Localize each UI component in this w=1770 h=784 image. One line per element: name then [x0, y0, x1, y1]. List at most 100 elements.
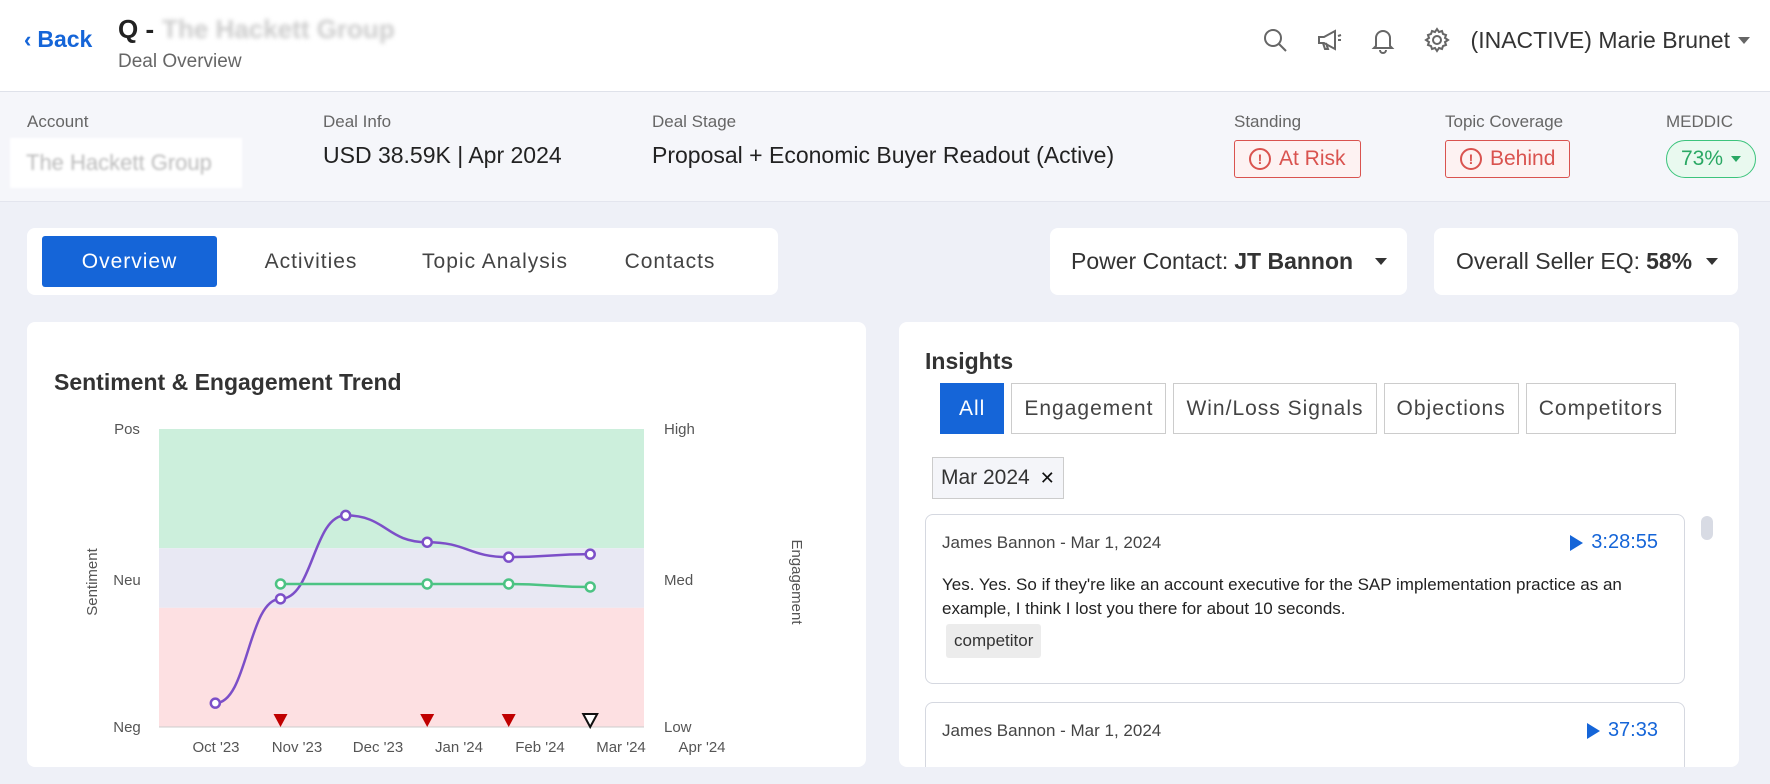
chevron-down-icon: [1738, 36, 1750, 44]
insight-timestamp[interactable]: 37:33: [1586, 719, 1658, 742]
close-icon[interactable]: ✕: [1040, 468, 1055, 489]
user-menu[interactable]: (INACTIVE) Marie Brunet: [1471, 27, 1750, 54]
data-point: [339, 509, 352, 522]
header-actions: (INACTIVE) Marie Brunet: [1255, 20, 1770, 60]
standing: Standing ! At Risk: [1234, 112, 1361, 178]
sentiment-engagement-chart: Pos Neu Neg High Med Low Sentiment Engagement Oc…: [84, 421, 805, 756]
seller-eq-value: 58%: [1646, 248, 1693, 274]
date-filter-label: Mar 2024: [941, 466, 1030, 489]
insight-meta: James Bannon - Mar 1, 2024: [942, 721, 1162, 740]
date-filter-chip: Mar 2024 ✕: [932, 457, 1064, 499]
data-point: [274, 578, 287, 590]
power-contact-dropdown[interactable]: Power Contact: JT Bannon: [1050, 228, 1407, 295]
chevron-left-icon: ‹: [24, 26, 32, 52]
y2-tick-label: Low: [664, 719, 692, 736]
data-point: [502, 551, 515, 563]
data-point: [502, 578, 515, 590]
x-tick-label: Apr '24: [678, 739, 725, 756]
deal-info-value: USD 38.59K | Apr 2024: [323, 142, 562, 168]
y-tick-label: Pos: [114, 421, 140, 438]
y-tick-label: Neg: [113, 719, 141, 736]
play-icon: [1570, 534, 1584, 551]
filter-engagement[interactable]: Engagement: [1011, 383, 1167, 434]
meddic-dropdown[interactable]: 73%: [1666, 140, 1757, 178]
page-title-block: Q - The Hackett Group Deal Overview: [118, 14, 395, 73]
y2-tick-label: High: [664, 421, 695, 438]
insight-text: Yes. Yes. So if they're like an account …: [942, 575, 1622, 618]
insight-filters: All Engagement Win/Loss Signals Objectio…: [940, 383, 1676, 434]
data-point: [274, 593, 287, 605]
chart-band: [159, 429, 644, 549]
x-tick-label: Mar '24: [596, 739, 646, 756]
filter-competitors[interactable]: Competitors: [1525, 383, 1676, 434]
y-axis-title: Sentiment: [84, 547, 101, 615]
seller-eq-label: Overall Seller EQ:: [1456, 248, 1641, 274]
chevron-down-icon: [1375, 258, 1387, 265]
data-point: [584, 581, 596, 593]
bell-icon[interactable]: [1363, 20, 1403, 60]
insight-tag: competitor: [946, 624, 1042, 658]
filter-all[interactable]: All: [940, 383, 1005, 434]
chart-band: [159, 548, 644, 608]
alert-icon: !: [1460, 148, 1482, 170]
x-tick-label: Oct '23: [192, 739, 239, 756]
y2-tick-label: Med: [664, 572, 693, 589]
tab-bar: Overview Activities Topic Analysis Conta…: [27, 228, 778, 295]
insights-title: Insights: [925, 348, 1014, 374]
top-bar: ‹ Back Q - The Hackett Group Deal Overvi…: [0, 0, 1770, 92]
x-tick-label: Dec '23: [353, 739, 403, 756]
x-tick-label: Feb '24: [515, 739, 565, 756]
insight-timestamp[interactable]: 3:28:55: [1570, 531, 1658, 554]
seller-eq-dropdown[interactable]: Overall Seller EQ: 58%: [1434, 228, 1738, 295]
back-button[interactable]: ‹ Back: [24, 26, 92, 53]
tab-topic-analysis[interactable]: Topic Analysis: [405, 236, 585, 287]
data-point: [584, 548, 596, 560]
deal-stage: Deal Stage Proposal + Economic Buyer Rea…: [652, 112, 1114, 169]
deal-info-bar: Account The Hackett Group Deal Info USD …: [0, 92, 1770, 202]
power-contact-value: JT Bannon: [1234, 248, 1354, 274]
x-tick-label: Nov '23: [272, 739, 322, 756]
title-prefix: Q -: [118, 14, 155, 44]
back-label: Back: [37, 26, 93, 52]
insights-panel: Insights All Engagement Win/Loss Signals…: [899, 322, 1739, 767]
page-title: Q - The Hackett Group: [118, 14, 395, 45]
data-point: [209, 697, 222, 709]
gear-icon[interactable]: [1417, 20, 1457, 60]
chevron-down-icon: [1706, 258, 1718, 265]
insight-card[interactable]: James Bannon - Mar 1, 2024 3:28:55 Yes. …: [925, 514, 1685, 684]
tab-contacts[interactable]: Contacts: [585, 236, 755, 287]
insight-card[interactable]: James Bannon - Mar 1, 2024 37:33: [925, 702, 1685, 767]
meddic-label: MEDDIC: [1666, 112, 1734, 131]
deal-info: Deal Info USD 38.59K | Apr 2024: [323, 112, 562, 169]
tab-activities[interactable]: Activities: [217, 236, 405, 287]
title-company: The Hackett Group: [162, 14, 395, 44]
alert-icon: !: [1249, 148, 1271, 170]
standing-label: Standing: [1234, 112, 1302, 131]
page-subtitle: Deal Overview: [118, 51, 242, 72]
filter-win-loss-signals[interactable]: Win/Loss Signals: [1173, 383, 1377, 434]
account-info: Account The Hackett Group: [10, 112, 242, 188]
search-icon[interactable]: [1255, 20, 1295, 60]
insight-meta: James Bannon - Mar 1, 2024: [942, 533, 1162, 552]
topic-coverage-label: Topic Coverage: [1445, 112, 1564, 131]
topic-coverage: Topic Coverage ! Behind: [1445, 112, 1571, 178]
standing-value: At Risk: [1279, 147, 1346, 170]
topic-coverage-value: Behind: [1490, 147, 1556, 170]
data-point: [421, 578, 433, 590]
scrollbar-thumb[interactable]: [1701, 516, 1713, 540]
play-icon: [1586, 722, 1600, 739]
insight-time: 3:28:55: [1591, 531, 1658, 553]
megaphone-icon[interactable]: [1309, 20, 1349, 60]
meddic: MEDDIC 73%: [1666, 112, 1757, 178]
sentiment-chart-panel: Sentiment & Engagement Trend Pos Neu Neg Hi…: [27, 322, 866, 767]
data-point: [421, 536, 433, 548]
tab-overview[interactable]: Overview: [42, 236, 217, 287]
y2-axis-title: Engagement: [788, 539, 805, 625]
deal-info-label: Deal Info: [323, 112, 392, 131]
x-tick-label: Jan '24: [435, 739, 483, 756]
filter-objections[interactable]: Objections: [1383, 383, 1519, 434]
topic-coverage-badge: ! Behind: [1445, 140, 1571, 178]
deal-stage-label: Deal Stage: [652, 112, 737, 131]
chevron-down-icon: [1731, 156, 1742, 162]
account-label: Account: [27, 112, 89, 131]
